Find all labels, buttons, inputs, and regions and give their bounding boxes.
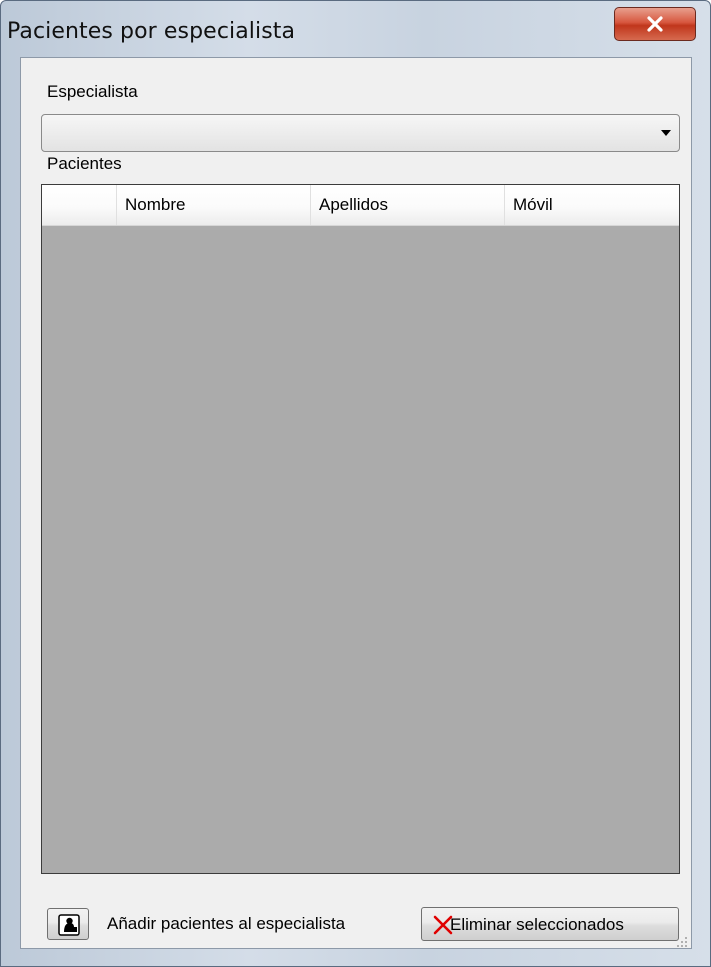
dialog-window: Pacientes por especialista Especialista … bbox=[0, 0, 711, 967]
add-patients-label[interactable]: Añadir pacientes al especialista bbox=[107, 914, 345, 934]
row-header-column[interactable] bbox=[42, 185, 117, 225]
specialist-label: Especialista bbox=[47, 82, 138, 101]
delete-selected-button[interactable]: Eliminar seleccionados bbox=[421, 907, 679, 941]
add-patients-button[interactable] bbox=[47, 908, 89, 940]
specialist-dropdown[interactable] bbox=[41, 114, 680, 152]
delete-selected-label: Eliminar seleccionados bbox=[450, 915, 624, 934]
chevron-down-icon bbox=[661, 130, 671, 136]
resize-grip-icon[interactable] bbox=[676, 933, 688, 947]
add-patient-icon bbox=[58, 914, 80, 940]
patients-label: Pacientes bbox=[47, 154, 122, 173]
close-icon bbox=[646, 16, 664, 32]
patients-table[interactable]: Nombre Apellidos Móvil bbox=[41, 184, 680, 874]
dialog-content: Especialista Pacientes Nombre Apellidos … bbox=[20, 57, 692, 949]
column-header-nombre[interactable]: Nombre bbox=[117, 185, 311, 225]
window-title: Pacientes por especialista bbox=[7, 19, 296, 44]
column-header-movil[interactable]: Móvil bbox=[505, 185, 679, 225]
title-bar[interactable]: Pacientes por especialista bbox=[1, 1, 710, 55]
close-button[interactable] bbox=[614, 7, 696, 41]
column-header-apellidos[interactable]: Apellidos bbox=[311, 185, 505, 225]
table-header: Nombre Apellidos Móvil bbox=[42, 185, 679, 226]
